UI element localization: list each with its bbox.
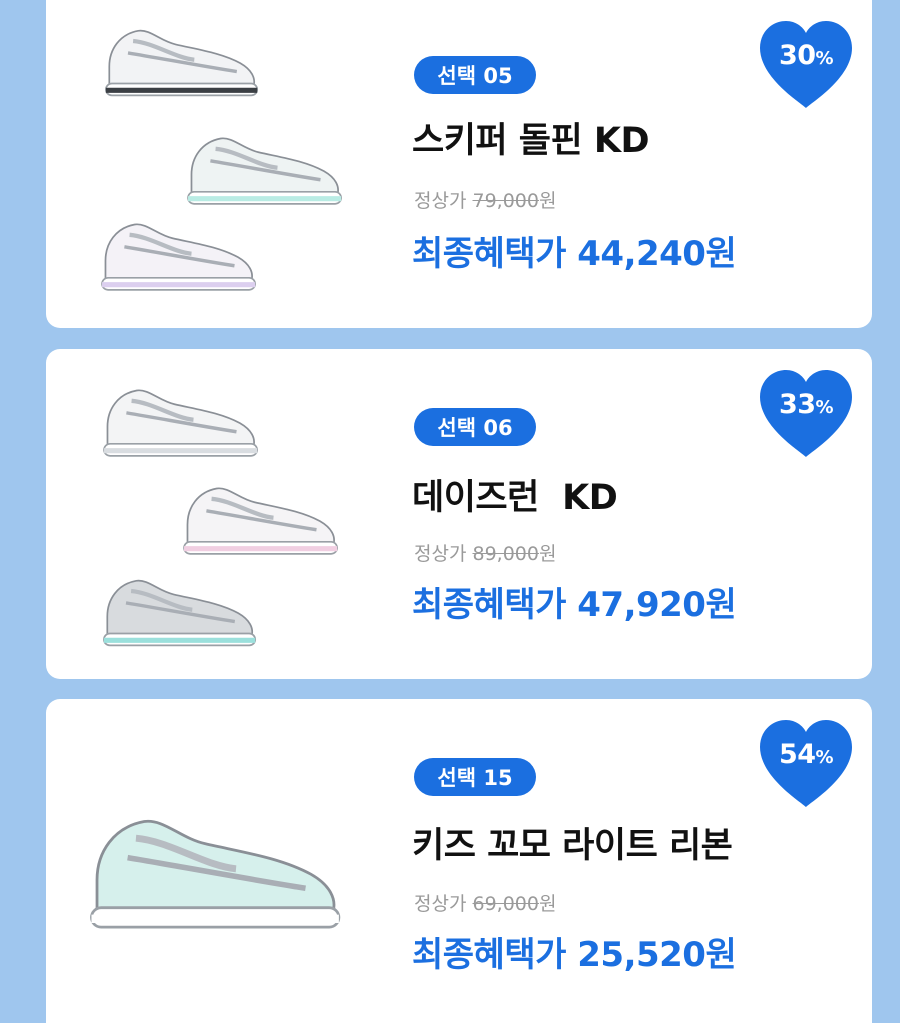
original-price-value: 79,000 [472, 190, 539, 212]
final-price-label: 최종혜택가 [412, 234, 566, 274]
discount-symbol: % [815, 747, 834, 768]
discount-heart-badge: 33% [756, 367, 856, 459]
original-price-label: 정상가 [414, 543, 467, 565]
original-price-unit: 원 [538, 893, 557, 915]
original-price: 정상가 69,000원 [414, 889, 556, 916]
original-price: 정상가 79,000원 [414, 186, 556, 213]
discount-value: 33 [778, 389, 816, 420]
original-price-value: 89,000 [472, 543, 539, 565]
discount-percent: 30% [756, 40, 856, 71]
original-price-unit: 원 [538, 543, 557, 565]
discount-percent: 54% [756, 739, 856, 770]
original-price: 정상가 89,000원 [414, 539, 556, 566]
original-price-label: 정상가 [414, 893, 467, 915]
product-card[interactable]: 선택 05 스키퍼 돌핀 KD 정상가 79,000원 최종혜택가 44,240… [46, 0, 872, 328]
sneaker-mint-grey-icon [176, 118, 348, 214]
sneaker-pink-silver-icon [172, 469, 344, 563]
final-price: 최종혜택가 25,520원 [412, 927, 737, 976]
sneaker-lavender-grey-icon [90, 204, 262, 300]
product-name: 데이즈런 KD [412, 478, 618, 518]
final-price: 최종혜택가 44,240원 [412, 226, 737, 275]
discount-symbol: % [815, 397, 834, 418]
final-price: 최종혜택가 47,920원 [412, 577, 737, 626]
select-badge: 선택 05 [414, 56, 536, 94]
discount-heart-badge: 30% [756, 18, 856, 110]
original-price-label: 정상가 [414, 190, 467, 212]
discount-percent: 33% [756, 389, 856, 420]
product-card[interactable]: 선택 06 데이즈런 KD 정상가 89,000원 최종혜택가 47,920원 … [46, 349, 872, 679]
select-badge: 선택 15 [414, 758, 536, 796]
final-price-value: 47,920원 [577, 585, 737, 625]
final-price-value: 25,520원 [577, 935, 737, 975]
original-price-value: 69,000 [472, 893, 539, 915]
promo-page: 선택 05 스키퍼 돌핀 KD 정상가 79,000원 최종혜택가 44,240… [0, 0, 900, 1023]
sneaker-white-silver-icon [92, 369, 264, 467]
final-price-label: 최종혜택가 [412, 935, 566, 975]
discount-value: 30 [778, 40, 816, 71]
select-badge: 선택 06 [414, 408, 536, 446]
sneaker-black-silver-icon [92, 561, 262, 655]
product-name: 키즈 꼬모 라이트 리본 [412, 826, 733, 866]
discount-heart-badge: 54% [756, 717, 856, 809]
product-card[interactable]: 선택 15 키즈 꼬모 라이트 리본 정상가 69,000원 최종혜택가 25,… [46, 699, 872, 1023]
final-price-value: 44,240원 [577, 234, 737, 274]
discount-value: 54 [778, 739, 816, 770]
original-price-unit: 원 [538, 190, 557, 212]
final-price-label: 최종혜택가 [412, 585, 566, 625]
discount-symbol: % [815, 48, 834, 69]
sneaker-white-grey-icon [94, 10, 264, 106]
product-name: 스키퍼 돌핀 KD [412, 121, 650, 161]
sneaker-mint-glitter-icon [72, 791, 350, 941]
